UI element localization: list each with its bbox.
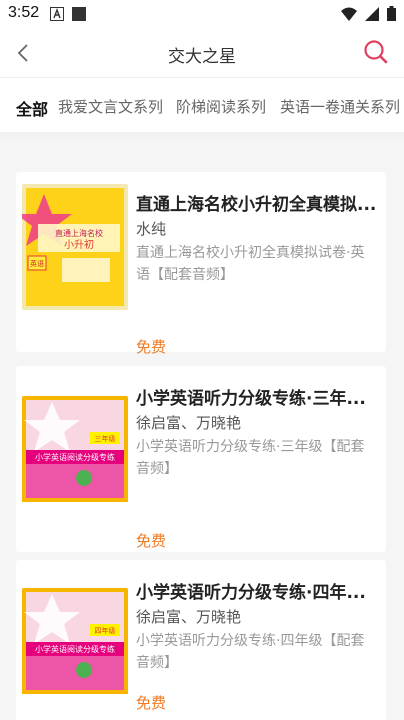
notification-square-icon bbox=[72, 7, 86, 21]
status-icons bbox=[341, 6, 396, 21]
book-price: 免费 bbox=[136, 694, 167, 712]
tab-english-series[interactable]: 英语一卷通关系列 bbox=[280, 96, 400, 117]
svg-text:小学英语阅读分级专练: 小学英语阅读分级专练 bbox=[35, 644, 115, 654]
wifi-icon bbox=[341, 7, 357, 21]
book-description: 小学英语听力分级专练·四年级【配套音频】 bbox=[136, 633, 365, 671]
book-author: 徐启富、万晓艳 bbox=[136, 414, 242, 432]
book-card[interactable]: 小学英语阅读分级专练 四年级 小学英语听力分级专练·四年... 徐启富、万晓艳 … bbox=[16, 560, 386, 720]
book-title: 小学英语听力分级专练·四年... bbox=[136, 583, 366, 603]
signal-icon bbox=[365, 6, 379, 21]
book-description: 直通上海名校小升初全真模拟试卷·英语【配套音频】 bbox=[136, 245, 365, 283]
status-bar: 3:52 bbox=[0, 0, 404, 28]
book-description: 小学英语听力分级专练·三年级【配套音频】 bbox=[136, 439, 365, 477]
book-author: 徐启富、万晓艳 bbox=[136, 608, 242, 626]
book-card[interactable]: 直通上海名校 小升初 英语 直通上海名校小升初全真模拟... 水纯 直通上海名校… bbox=[16, 172, 386, 356]
tab-classical-chinese[interactable]: 我爱文言文系列 bbox=[58, 96, 163, 117]
category-tabs: 全部 我爱文言文系列 阶梯阅读系列 英语一卷通关系列 bbox=[0, 78, 404, 132]
battery-icon bbox=[387, 6, 396, 21]
tab-graded-reading[interactable]: 阶梯阅读系列 bbox=[176, 96, 266, 117]
svg-text:小升初: 小升初 bbox=[64, 238, 94, 251]
book-price: 免费 bbox=[136, 532, 167, 550]
book-author: 水纯 bbox=[136, 220, 167, 238]
book-cover: 小学英语阅读分级专练 四年级 bbox=[22, 588, 128, 714]
svg-text:英语: 英语 bbox=[30, 259, 44, 268]
book-cover: 小学英语阅读分级专练 三年级 bbox=[22, 396, 128, 522]
svg-text:三年级: 三年级 bbox=[95, 434, 116, 443]
svg-text:直通上海名校: 直通上海名校 bbox=[55, 228, 103, 238]
svg-text:小学英语阅读分级专练: 小学英语阅读分级专练 bbox=[35, 452, 115, 462]
status-time: 3:52 bbox=[8, 4, 40, 21]
notification-a-icon bbox=[50, 7, 64, 21]
book-card[interactable]: 小学英语阅读分级专练 三年级 小学英语听力分级专练·三年... 徐启富、万晓艳 … bbox=[16, 366, 386, 552]
nav-bar: 交大之星 bbox=[0, 28, 404, 78]
page-title: 交大之星 bbox=[168, 47, 236, 67]
book-cover: 直通上海名校 小升初 英语 bbox=[22, 184, 128, 310]
book-title: 小学英语听力分级专练·三年... bbox=[136, 389, 366, 409]
book-title: 直通上海名校小升初全真模拟... bbox=[136, 195, 377, 215]
book-list: 直通上海名校 小升初 英语 直通上海名校小升初全真模拟... 水纯 直通上海名校… bbox=[0, 146, 404, 720]
book-price: 免费 bbox=[136, 338, 167, 356]
section-divider bbox=[0, 132, 404, 146]
svg-text:四年级: 四年级 bbox=[95, 626, 116, 635]
search-icon[interactable] bbox=[362, 38, 390, 66]
tab-all[interactable]: 全部 bbox=[16, 96, 48, 120]
